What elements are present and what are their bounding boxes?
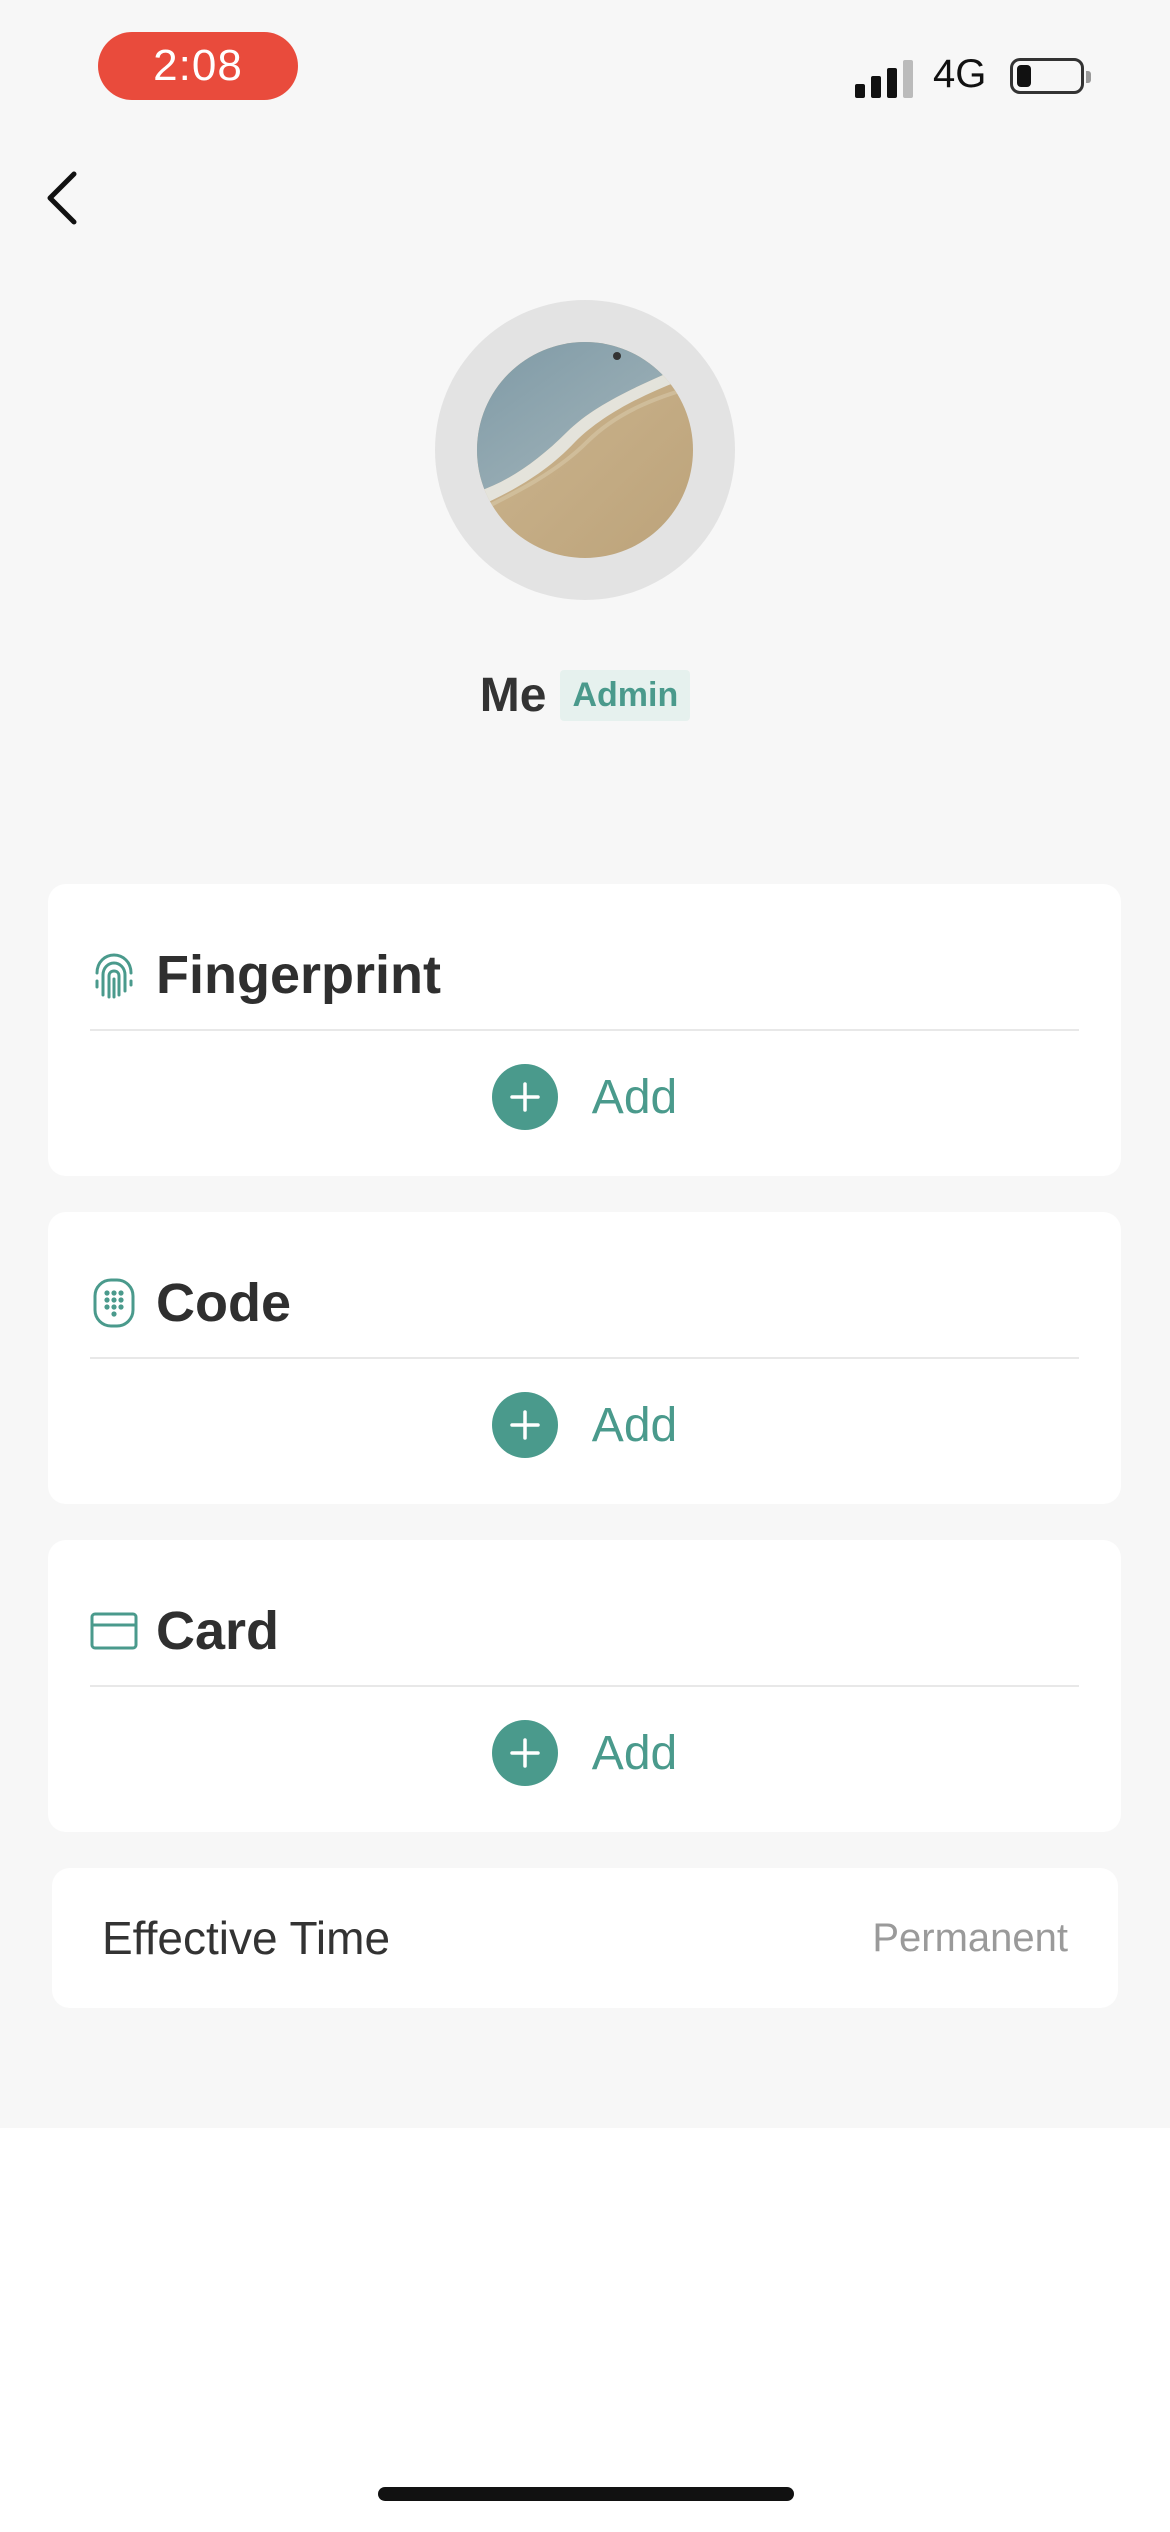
card-section: Card Add	[48, 1540, 1121, 1832]
plus-circle-icon	[491, 1064, 558, 1130]
network-type: 4G	[933, 52, 987, 96]
status-time: 2:08	[98, 32, 298, 100]
divider	[90, 1685, 1079, 1687]
chevron-left-icon	[47, 171, 77, 225]
effective-time-value: Permanent	[872, 1915, 1068, 1960]
user-name: Me	[479, 669, 547, 722]
plus-circle-icon	[491, 1720, 558, 1786]
add-label: Add	[591, 1726, 678, 1780]
fingerprint-section: Fingerprint Add	[48, 884, 1121, 1176]
effective-time-label: Effective Time	[102, 1912, 391, 1964]
section-title: Code	[156, 1273, 291, 1333]
divider	[90, 1029, 1079, 1031]
plus-circle-icon	[491, 1392, 558, 1458]
section-header: Fingerprint	[90, 944, 441, 1006]
fingerprint-icon	[90, 951, 138, 999]
home-indicator[interactable]	[378, 2487, 794, 2501]
back-button[interactable]	[30, 160, 94, 236]
add-label: Add	[591, 1398, 678, 1452]
section-header: Code	[90, 1272, 291, 1334]
beach-photo	[477, 342, 693, 558]
divider	[90, 1357, 1079, 1359]
add-fingerprint-button[interactable]: Add	[48, 1064, 1121, 1130]
section-title: Fingerprint	[156, 945, 441, 1005]
profile-name-row: Me Admin	[0, 668, 1170, 723]
avatar[interactable]	[477, 342, 693, 558]
avatar-ring[interactable]	[435, 300, 735, 600]
section-header: Card	[90, 1600, 279, 1662]
cellular-signal-icon	[855, 58, 915, 98]
section-title: Card	[156, 1601, 280, 1661]
code-section: Code Add	[48, 1212, 1121, 1504]
keypad-icon	[90, 1278, 138, 1328]
card-icon	[90, 1607, 138, 1655]
role-badge: Admin	[560, 670, 691, 721]
add-label: Add	[591, 1070, 678, 1124]
battery-icon	[1010, 58, 1091, 94]
add-code-button[interactable]: Add	[48, 1392, 1121, 1458]
add-card-button[interactable]: Add	[48, 1720, 1121, 1786]
effective-time-row[interactable]: Effective Time Permanent	[52, 1868, 1118, 2008]
